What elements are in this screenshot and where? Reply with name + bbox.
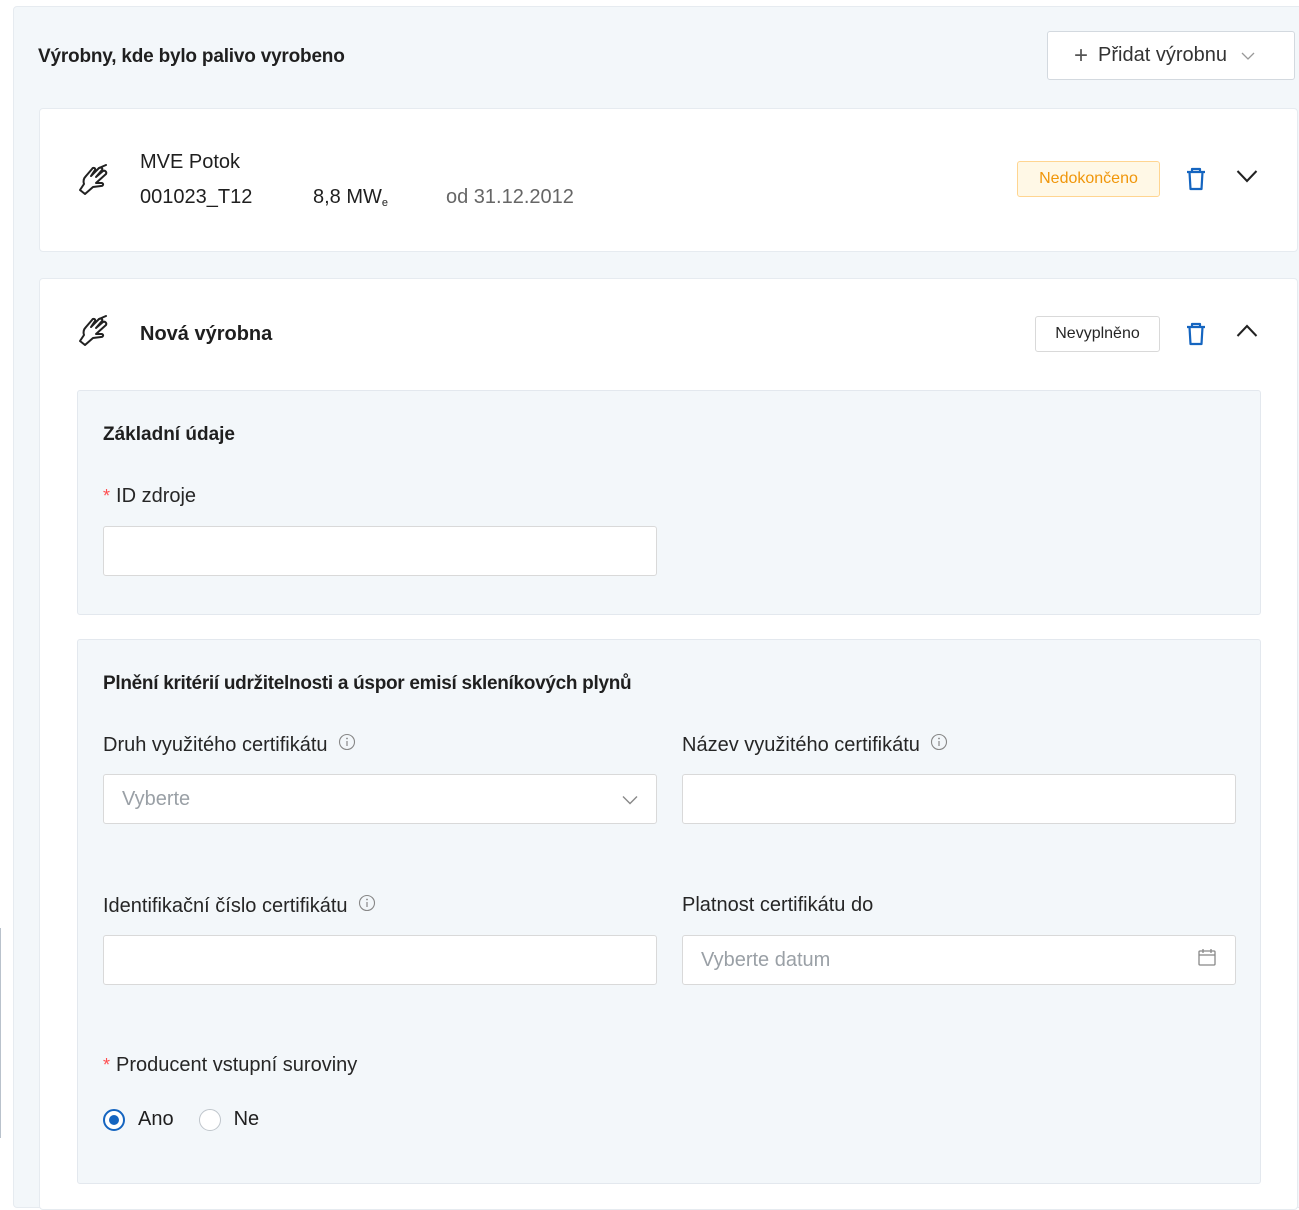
criteria-title: Plnění kritérií udržitelnosti a úspor em… [103, 673, 632, 694]
cert-type-label: Druh využitého certifikátu [103, 733, 356, 757]
plant-card: MVE Potok 001023_T12 8,8 MWe od 31.12.20… [39, 108, 1298, 252]
hand-icon [77, 315, 113, 356]
info-icon[interactable] [930, 733, 948, 757]
plant-power-value: 8,8 MW [313, 186, 382, 208]
plus-icon: + [1074, 41, 1089, 69]
status-badge: Nevyplněno [1035, 316, 1160, 352]
chevron-down-icon [622, 788, 638, 811]
basic-info-title: Základní údaje [103, 424, 235, 445]
chevron-down-icon[interactable] [1236, 169, 1258, 188]
info-icon[interactable] [358, 894, 376, 918]
radio-no[interactable]: Ne [198, 1108, 260, 1131]
section-title: Výrobny, kde bylo palivo vyrobeno [38, 46, 345, 67]
hand-icon [77, 164, 113, 205]
trash-icon[interactable] [1186, 322, 1206, 351]
basic-info-section: Základní údaje * ID zdroje [77, 390, 1261, 615]
plant-meta: 001023_T12 8,8 MWe od 31.12.2012 [140, 186, 574, 209]
plant-since: od 31.12.2012 [446, 186, 574, 208]
cert-name-label: Název využitého certifikátu [682, 733, 948, 757]
cert-type-placeholder: Vyberte [122, 787, 191, 810]
plant-power: 8,8 MWe [313, 186, 446, 209]
radio-checked-icon [103, 1108, 125, 1131]
producer-label: * Producent vstupní suroviny [103, 1054, 357, 1077]
cert-name-input[interactable] [682, 774, 1236, 824]
radio-no-label: Ne [233, 1108, 260, 1130]
plant-id: 001023_T12 [140, 186, 253, 208]
cert-type-label-text: Druh využitého certifikátu [103, 733, 328, 756]
add-plant-button[interactable]: + Přidat výrobnu [1047, 31, 1295, 80]
calendar-icon [1197, 947, 1217, 973]
left-edge-rule [0, 928, 1, 1138]
cert-validity-label-text: Platnost certifikátu do [682, 894, 874, 916]
plant-name: MVE Potok [140, 151, 241, 173]
cert-validity-datepicker[interactable]: Vyberte datum [682, 935, 1236, 985]
cert-name-label-text: Název využitého certifikátu [682, 733, 920, 756]
cert-validity-placeholder: Vyberte datum [701, 948, 831, 971]
trash-icon[interactable] [1186, 167, 1206, 196]
new-plant-name: Nová výrobna [140, 323, 273, 345]
chevron-down-icon [1241, 44, 1255, 67]
producer-label-text: Producent vstupní suroviny [116, 1054, 358, 1076]
radio-unchecked-icon [198, 1108, 221, 1131]
id-input[interactable] [103, 526, 657, 576]
producer-radio-group: Ano Ne [103, 1108, 284, 1131]
criteria-section: Plnění kritérií udržitelnosti a úspor em… [77, 639, 1261, 1184]
cert-number-label-text: Identifikační číslo certifikátu [103, 894, 348, 917]
info-icon[interactable] [338, 733, 356, 757]
cert-type-select[interactable]: Vyberte [103, 774, 657, 824]
chevron-up-icon[interactable] [1236, 324, 1258, 343]
cert-number-input[interactable] [103, 935, 657, 985]
id-label-text: ID zdroje [116, 485, 197, 507]
radio-yes[interactable]: Ano [103, 1108, 174, 1131]
status-badge: Nedokončeno [1017, 161, 1160, 197]
required-marker: * [103, 486, 111, 506]
id-label: * ID zdroje [103, 485, 196, 508]
radio-yes-label: Ano [138, 1108, 174, 1130]
new-plant-card: Nová výrobna Nevyplněno Základní údaje *… [39, 278, 1298, 1210]
cert-validity-label: Platnost certifikátu do [682, 894, 873, 917]
add-plant-label: Přidat výrobnu [1098, 44, 1227, 66]
plant-power-subscript: e [381, 197, 389, 209]
cert-number-label: Identifikační číslo certifikátu [103, 894, 376, 918]
required-marker: * [103, 1055, 111, 1075]
